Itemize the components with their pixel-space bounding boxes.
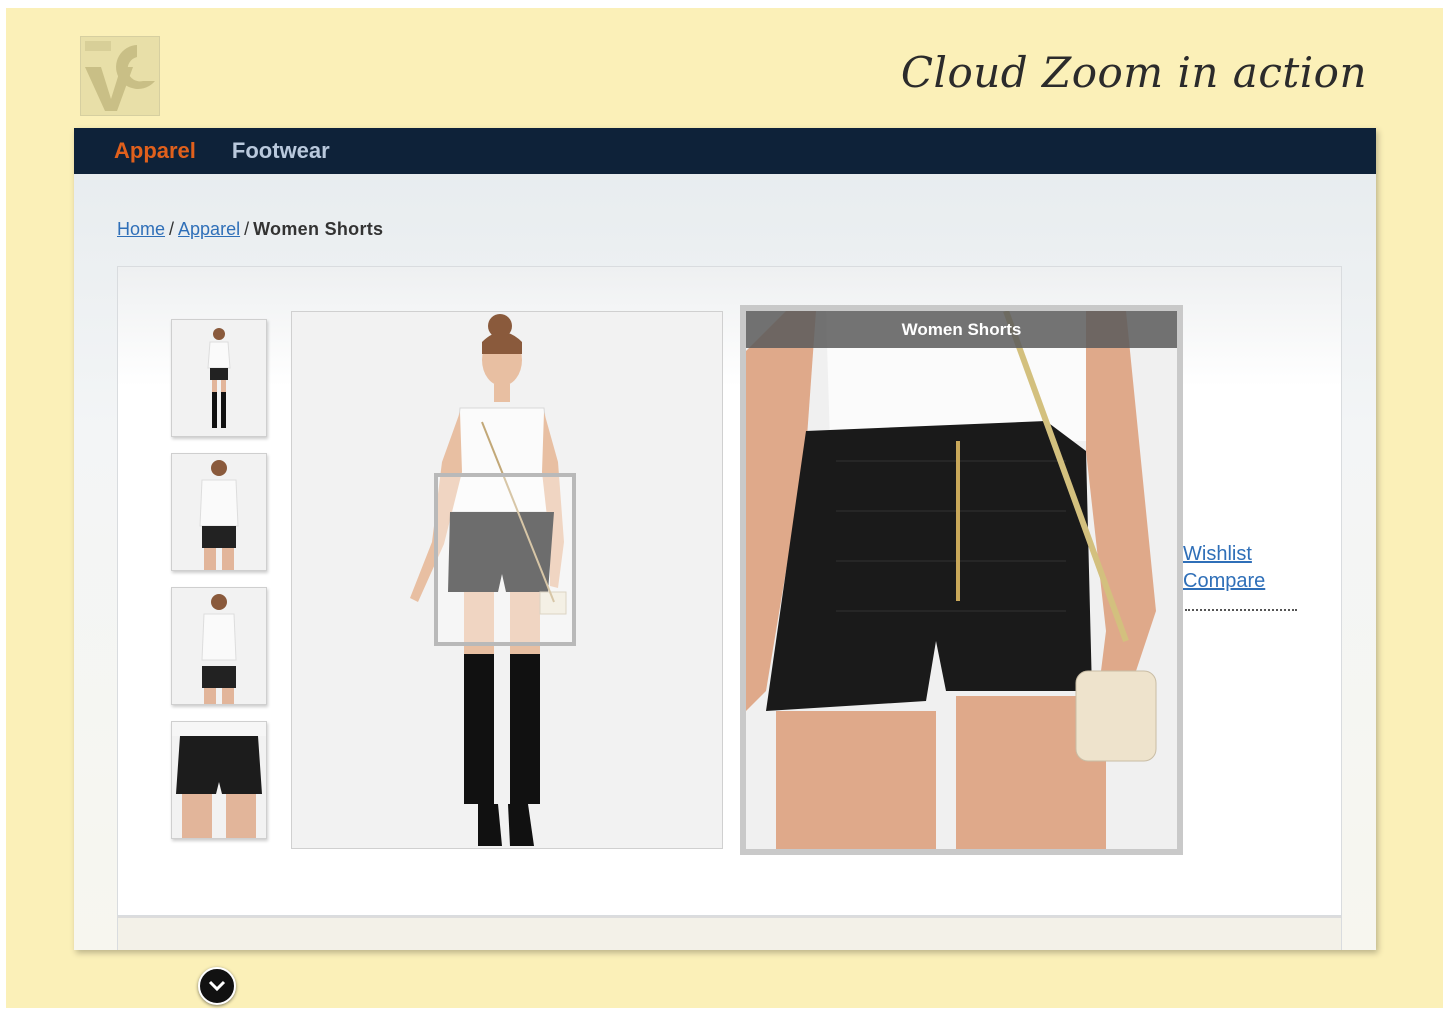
dotted-divider [1185,609,1297,611]
page-headline: Cloud Zoom in action [900,48,1367,97]
zoom-title: Women Shorts [746,311,1177,348]
thumbnails-scroll-down-button[interactable] [198,967,236,1005]
logo [80,36,160,116]
top-navigation: Apparel Footwear [74,128,1376,174]
store-frame: Apparel Footwear Home / Apparel / Women Shor… [74,128,1376,1005]
chevron-down-icon [208,980,226,992]
compare-link[interactable]: Compare [1183,568,1265,595]
product-thumbnail-2[interactable] [171,453,267,571]
breadcrumb-separator: / [169,219,175,239]
product-panel: Women Shorts Wishlist Compare [117,266,1342,1005]
wishlist-link[interactable]: Wishlist [1183,541,1265,568]
nav-item-apparel[interactable]: Apparel [114,138,196,164]
product-thumbnail-1[interactable] [171,319,267,437]
breadcrumb: Home / Apparel / Women Shorts [117,219,383,240]
breadcrumb-current: Women Shorts [253,219,384,239]
breadcrumb-apparel-link[interactable]: Apparel [178,219,240,239]
main-product-image[interactable] [291,311,723,849]
zoom-window: Women Shorts [740,305,1183,855]
breadcrumb-home-link[interactable]: Home [117,219,165,239]
panel-footer [117,916,1342,950]
nav-item-footwear[interactable]: Footwear [232,138,330,164]
zoom-lens[interactable] [434,473,576,646]
breadcrumb-separator: / [244,219,250,239]
product-thumbnail-3[interactable] [171,587,267,705]
product-thumbnail-4[interactable] [171,721,267,839]
product-actions: Wishlist Compare [1183,541,1265,595]
